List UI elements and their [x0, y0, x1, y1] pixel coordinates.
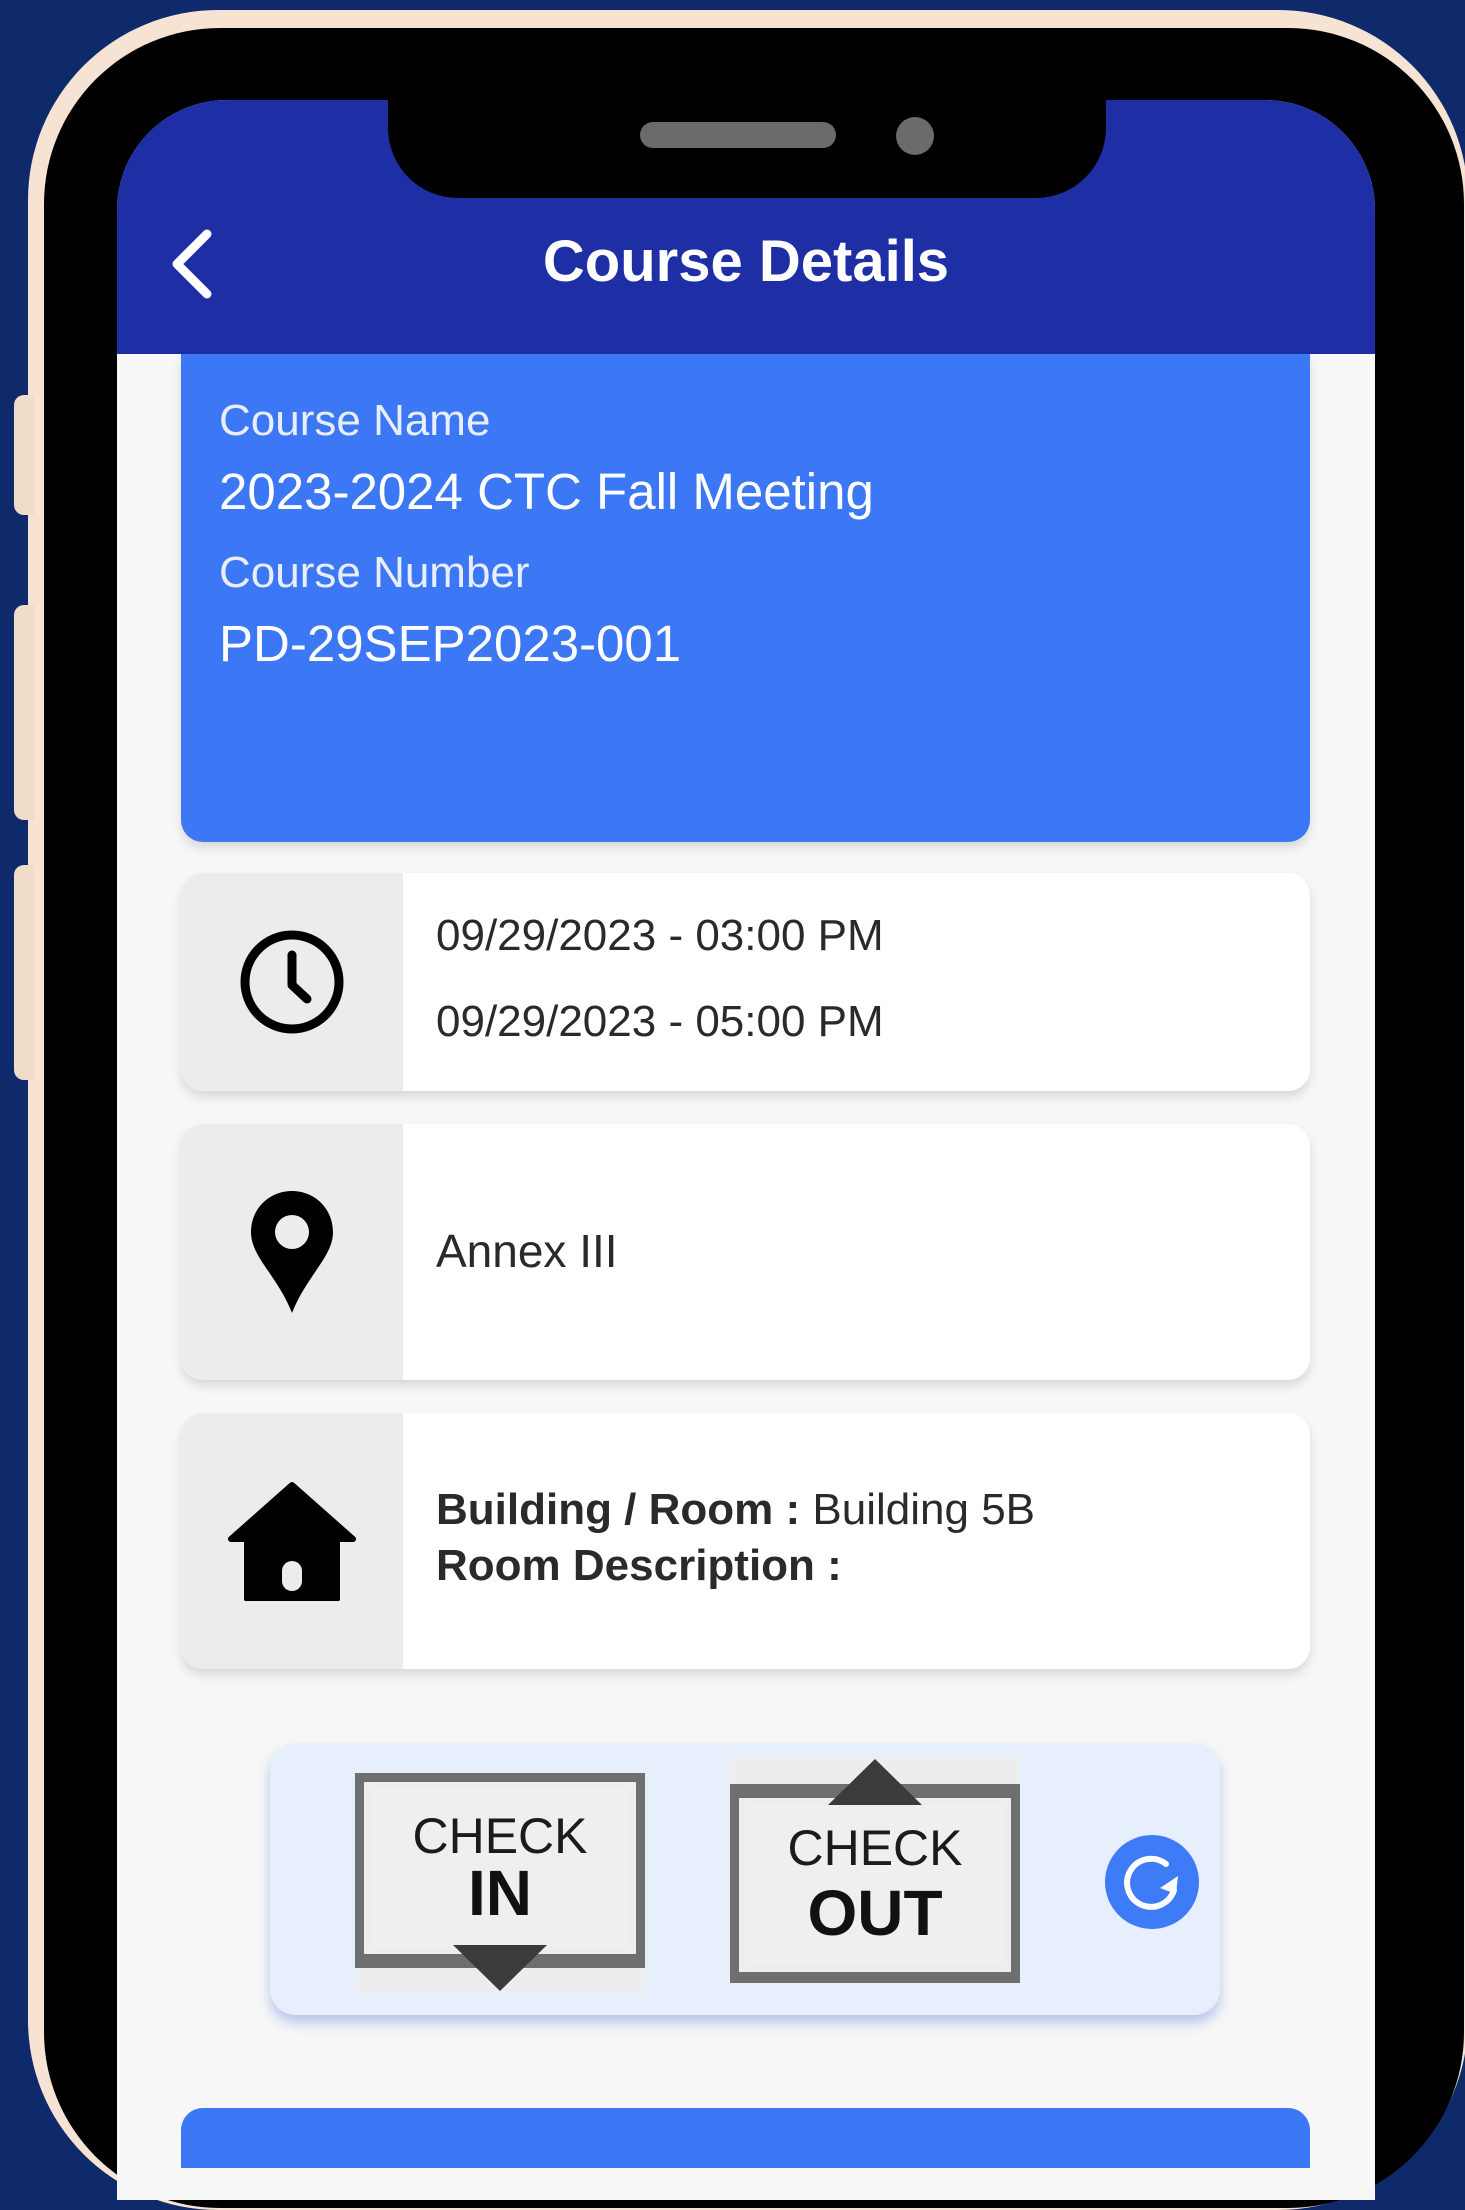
room-description-label: Room Description :	[436, 1541, 842, 1590]
course-name-value: 2023-2024 CTC Fall Meeting	[219, 463, 874, 520]
room-card: Building / Room : Building 5B Room Descr…	[181, 1413, 1310, 1669]
course-number-label: Course Number	[219, 548, 530, 597]
phone-notch	[388, 100, 1106, 198]
location-name: Annex III	[436, 1225, 618, 1277]
check-out-line2: OUT	[807, 1877, 942, 1949]
refresh-button[interactable]	[1105, 1835, 1199, 1929]
schedule-end: 09/29/2023 - 05:00 PM	[436, 997, 884, 1046]
phone-side-button	[14, 395, 34, 515]
check-in-button[interactable]: CHECK IN	[350, 1768, 650, 1993]
location-icon-pane	[181, 1124, 403, 1380]
front-camera	[896, 117, 934, 155]
schedule-start: 09/29/2023 - 03:00 PM	[436, 911, 884, 960]
check-actions-panel: CHECK IN CHECK OUT	[270, 1743, 1220, 2015]
check-in-line1: CHECK	[412, 1808, 587, 1864]
phone-volume-up-button	[14, 605, 34, 820]
next-section-card	[181, 2108, 1310, 2168]
home-icon	[228, 1482, 356, 1601]
check-out-button[interactable]: CHECK OUT	[725, 1757, 1025, 1986]
check-in-graphic: CHECK IN	[350, 1768, 650, 1993]
building-room-value: Building 5B	[812, 1485, 1036, 1534]
map-pin-icon	[251, 1191, 333, 1313]
room-description-row: Room Description :	[436, 1541, 842, 1591]
building-room-row: Building / Room : Building 5B	[436, 1485, 1035, 1535]
course-number-value: PD-29SEP2023-001	[219, 615, 682, 672]
building-room-label: Building / Room :	[436, 1485, 801, 1534]
check-out-line1: CHECK	[787, 1820, 962, 1876]
phone-volume-down-button	[14, 865, 34, 1080]
check-out-graphic: CHECK OUT	[725, 1757, 1025, 1986]
schedule-card: 09/29/2023 - 03:00 PM 09/29/2023 - 05:00…	[181, 873, 1310, 1091]
schedule-icon-pane	[181, 873, 403, 1091]
app-screen: Course Details Course Name 2023-2024 CTC…	[117, 100, 1375, 2200]
speaker-grille	[640, 122, 836, 148]
clock-icon	[240, 930, 344, 1034]
location-card: Annex III	[181, 1124, 1310, 1380]
refresh-icon	[1124, 1855, 1178, 1910]
check-in-line2: IN	[468, 1857, 532, 1929]
room-icon-pane	[181, 1413, 403, 1669]
course-name-label: Course Name	[219, 396, 491, 445]
course-summary-card: Course Name 2023-2024 CTC Fall Meeting C…	[181, 354, 1310, 842]
page-title: Course Details	[542, 229, 950, 294]
